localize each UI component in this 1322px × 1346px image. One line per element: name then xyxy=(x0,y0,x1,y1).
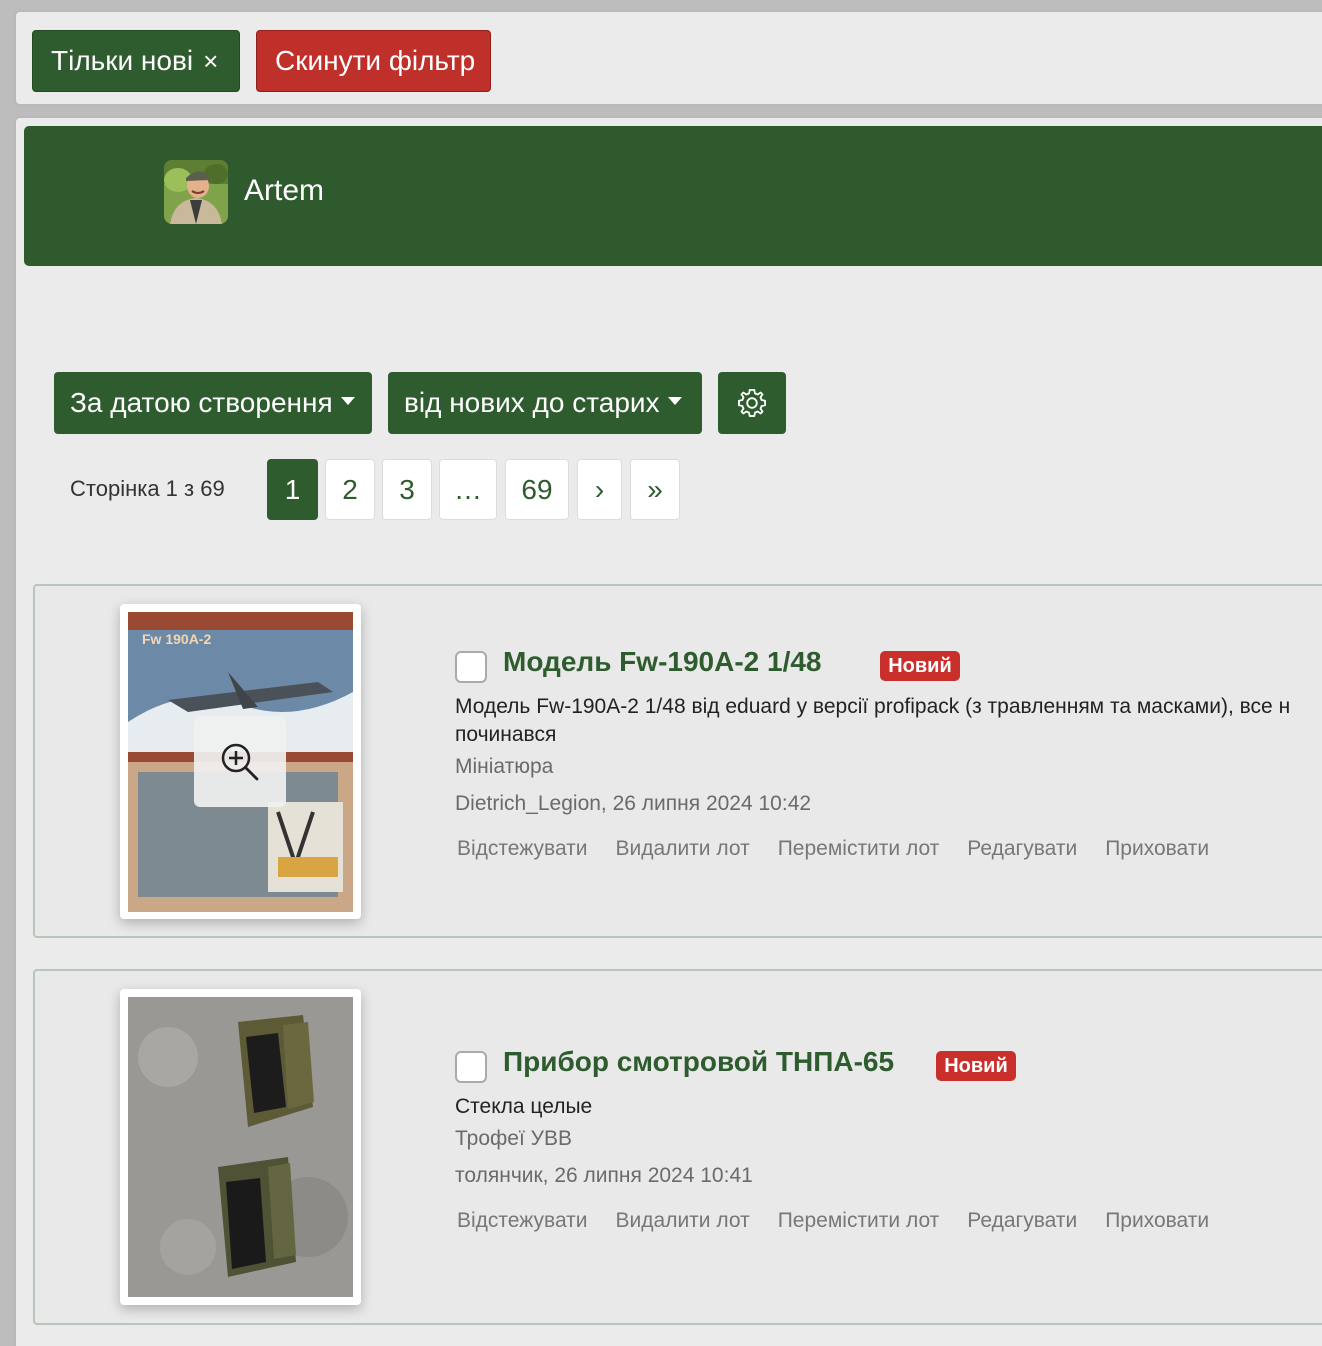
user-name[interactable]: Artem xyxy=(244,174,324,208)
caret-down-icon xyxy=(340,397,355,405)
lot-author-date: Dietrich_Legion, 26 липня 2024 10:42 xyxy=(455,792,812,815)
lot-title[interactable]: Модель Fw-190A-2 1/48 xyxy=(503,646,822,678)
track-link[interactable]: Відстежувати xyxy=(457,1209,588,1233)
hide-link[interactable]: Приховати xyxy=(1105,1209,1209,1233)
lot-category[interactable]: Трофеї УВВ xyxy=(455,1127,572,1151)
page-ellipsis-button[interactable]: … xyxy=(439,459,497,520)
sort-field-dropdown[interactable]: За датою створення xyxy=(54,372,372,434)
new-badge: Новий xyxy=(880,651,960,681)
sort-order-dropdown[interactable]: від нових до старих xyxy=(388,372,702,434)
sort-field-label: За датою створення xyxy=(70,387,333,418)
only-new-label: Тільки нові xyxy=(51,45,194,76)
lot-actions: Відстежувати Видалити лот Перемістити ло… xyxy=(457,837,1237,861)
edit-link[interactable]: Редагувати xyxy=(967,837,1077,861)
close-icon[interactable]: × xyxy=(203,46,218,77)
lot-image xyxy=(128,997,353,1297)
hide-link[interactable]: Приховати xyxy=(1105,837,1209,861)
lot-actions: Відстежувати Видалити лот Перемістити ло… xyxy=(457,1209,1237,1233)
reset-filter-button[interactable]: Скинути фільтр xyxy=(256,30,491,92)
page-69-button[interactable]: 69 xyxy=(505,459,569,520)
new-badge: Новий xyxy=(936,1051,1016,1081)
page-3-button[interactable]: 3 xyxy=(382,459,432,520)
lot-description: Модель Fw-190A-2 1/48 від eduard у версі… xyxy=(455,693,1290,749)
only-new-filter-button[interactable]: Тільки нові × xyxy=(32,30,240,92)
page-info: Сторінка 1 з 69 xyxy=(70,476,225,501)
lot-select-checkbox[interactable] xyxy=(455,651,487,683)
edit-link[interactable]: Редагувати xyxy=(967,1209,1077,1233)
lot-thumbnail[interactable] xyxy=(120,989,361,1305)
lot-author-date: толянчик, 26 липня 2024 10:41 xyxy=(455,1164,753,1187)
avatar-image xyxy=(164,160,228,224)
lot-description: Стекла целые xyxy=(455,1095,593,1118)
page-2-button[interactable]: 2 xyxy=(325,459,375,520)
settings-button[interactable] xyxy=(718,372,786,434)
delete-lot-link[interactable]: Видалити лот xyxy=(616,837,750,861)
lot-select-checkbox[interactable] xyxy=(455,1051,487,1083)
delete-lot-link[interactable]: Видалити лот xyxy=(616,1209,750,1233)
move-lot-link[interactable]: Перемістити лот xyxy=(778,837,940,861)
image-label: Fw 190A-2 xyxy=(142,631,211,647)
lot-title[interactable]: Прибор смотровой ТНПА-65 xyxy=(503,1046,894,1078)
lot-description-line: Модель Fw-190A-2 1/48 від eduard у версі… xyxy=(455,695,1291,718)
zoom-button[interactable] xyxy=(194,716,286,807)
gear-icon xyxy=(738,389,766,417)
page-1-button[interactable]: 1 xyxy=(267,459,318,520)
filter-panel: Тільки нові × Скинути фільтр xyxy=(14,10,1322,106)
avatar[interactable] xyxy=(164,160,228,224)
sort-order-label: від нових до старих xyxy=(404,387,660,418)
move-lot-link[interactable]: Перемістити лот xyxy=(778,1209,940,1233)
lot-description-line: починався xyxy=(455,723,557,746)
track-link[interactable]: Відстежувати xyxy=(457,837,588,861)
caret-down-icon xyxy=(667,397,682,405)
zoom-in-icon xyxy=(221,743,259,780)
lot-category[interactable]: Мініатюра xyxy=(455,755,553,779)
next-page-button[interactable]: › xyxy=(577,459,622,520)
last-page-button[interactable]: » xyxy=(630,459,680,520)
